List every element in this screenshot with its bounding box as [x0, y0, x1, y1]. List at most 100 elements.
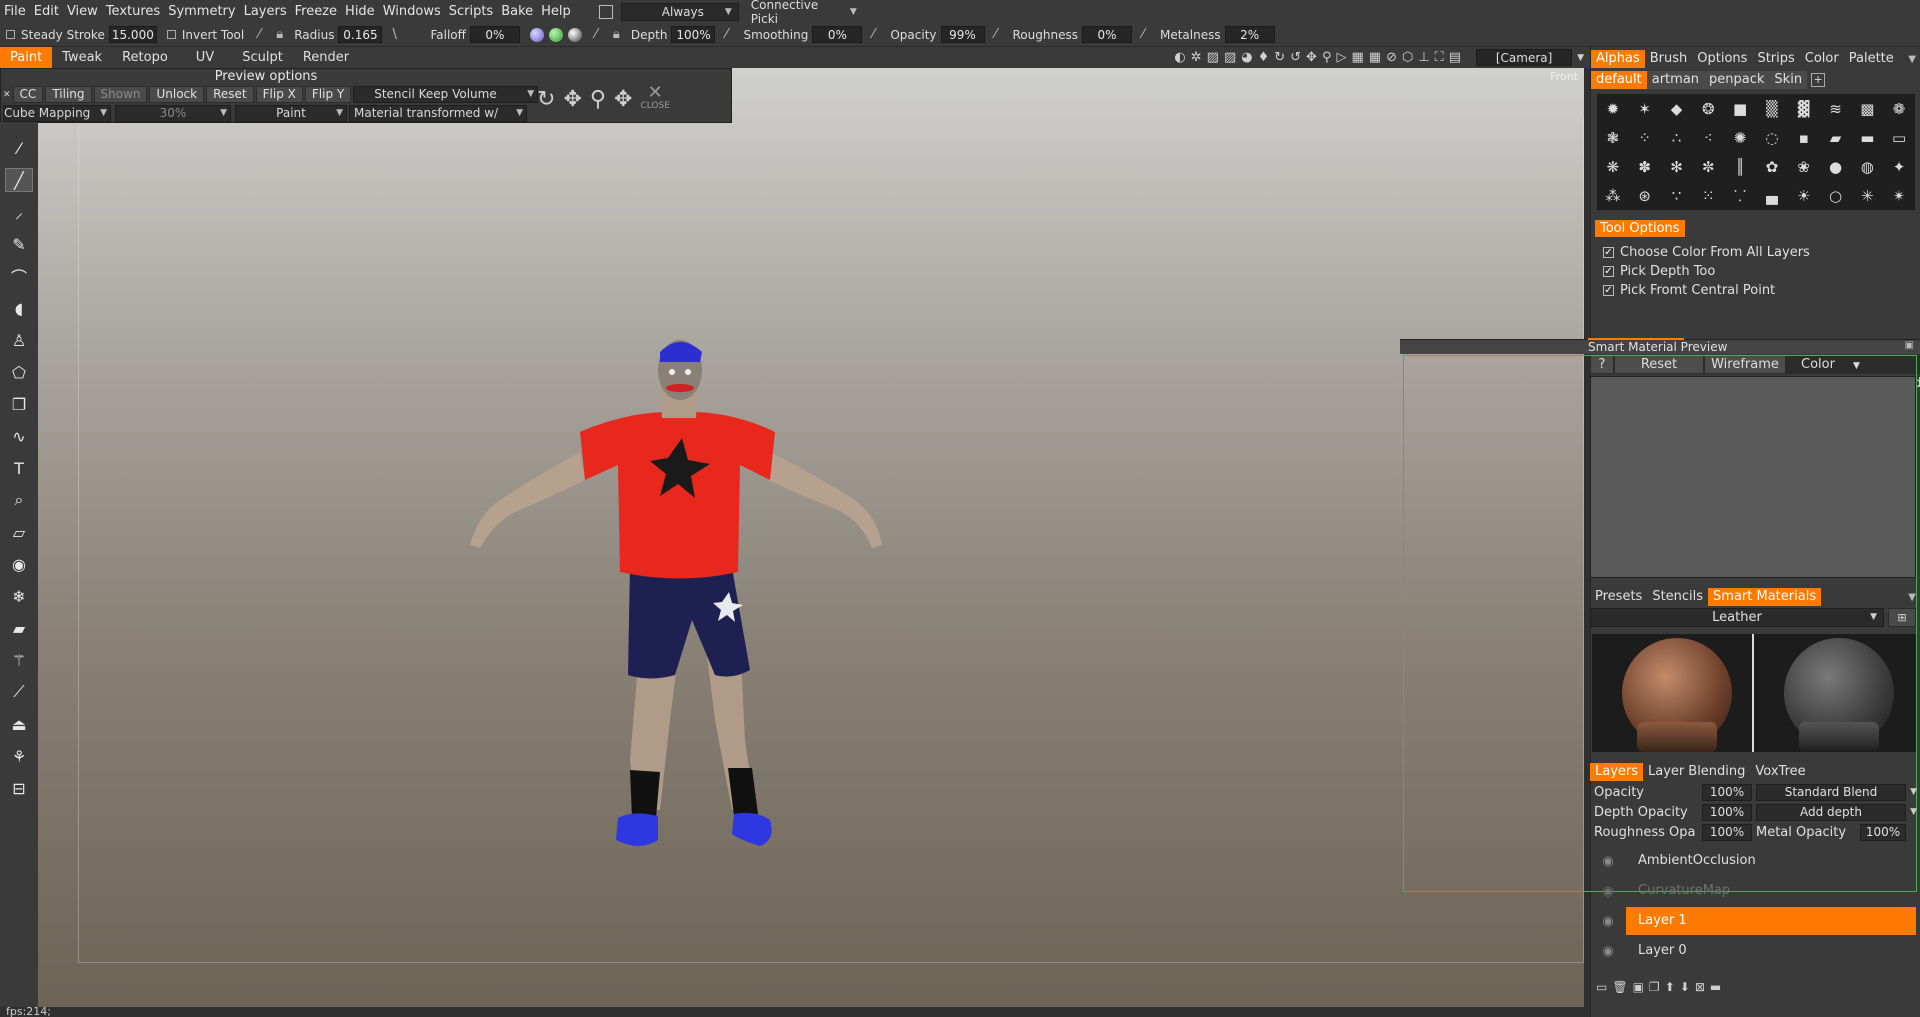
pen-pressure-icon[interactable]: \ [392, 27, 406, 42]
alpha-brush-icon[interactable]: ✿ [1756, 152, 1788, 181]
material-sphere-icon[interactable] [548, 27, 563, 42]
alpha-brush-icon[interactable]: ❁ [1883, 94, 1915, 123]
tab-brush[interactable]: Brush [1645, 50, 1693, 68]
menu-help[interactable]: Help [541, 4, 579, 19]
menu-freeze[interactable]: Freeze [295, 4, 345, 19]
alpha-brush-icon[interactable]: ≋ [1820, 94, 1852, 123]
eye-icon[interactable]: ◉ [5, 552, 33, 576]
metal-opacity-input[interactable]: 100% [1860, 823, 1906, 841]
stencil-mode-dropdown[interactable]: Stencil Keep Volume ▼ [353, 86, 539, 103]
pen-pressure-icon[interactable]: ⁄ [995, 27, 1009, 42]
menu-hide[interactable]: Hide [345, 4, 383, 19]
alpha-brush-icon[interactable]: ❀ [1788, 152, 1820, 181]
tab-voxtree[interactable]: VoxTree [1750, 763, 1810, 781]
wand-icon[interactable]: ⚚ [5, 648, 33, 672]
panel-menu-icon[interactable]: ▼ [1908, 592, 1920, 603]
alpha-brush-icon[interactable]: ▭ [1883, 123, 1915, 152]
alpha-brush-icon[interactable]: ▓ [1788, 94, 1820, 123]
pick-mode-dropdown[interactable]: Connective Picki ▼ [744, 0, 863, 26]
tab-tweak[interactable]: Tweak [52, 47, 112, 68]
brush-icon[interactable]: ⁄ [5, 136, 33, 160]
add-icon[interactable]: + [1811, 73, 1826, 87]
alpha-brush-icon[interactable]: ▒ [1756, 94, 1788, 123]
opacity-input[interactable]: 99% [940, 26, 985, 43]
bucket-icon[interactable]: ▰ [5, 616, 33, 640]
drop-icon[interactable]: ♦ [1258, 50, 1270, 65]
menu-bake[interactable]: Bake [501, 4, 541, 19]
shown-button[interactable]: Shown [93, 86, 148, 103]
axes-icon[interactable]: ⊥ [1418, 50, 1429, 65]
grid-icon[interactable]: ▦ [1351, 50, 1363, 65]
menu-symmetry[interactable]: Symmetry [168, 4, 243, 19]
eye-icon[interactable]: ◉ [1590, 854, 1626, 869]
new-layer-icon[interactable]: ▣ [1633, 980, 1644, 994]
blend-mode-dropdown[interactable]: Standard Blend ▼ [1756, 783, 1917, 801]
paint-mode-dropdown[interactable]: Paint ▼ [235, 105, 347, 122]
invert-tool-checkbox[interactable] [166, 30, 176, 39]
radius-input[interactable]: 0.165 [338, 26, 383, 43]
depth-mode-dropdown[interactable]: Add depth ▼ [1756, 803, 1917, 821]
menu-file[interactable]: File [4, 4, 34, 19]
close-x-icon[interactable]: ✕ [3, 90, 11, 100]
spray-icon[interactable]: ◖ [5, 296, 33, 320]
tab-uv[interactable]: UV [178, 47, 232, 68]
shader-dropdown[interactable]: ▼ initialShadi [1850, 355, 1920, 391]
duplicate-icon[interactable]: ❐ [1649, 980, 1660, 994]
image-icon[interactable]: ▨ [1224, 50, 1236, 65]
alpha-brush-icon[interactable]: ✴ [1883, 181, 1915, 210]
option-choose-color[interactable]: ✓ Choose Color From All Layers [1591, 243, 1920, 262]
tab-color[interactable]: Color [1800, 50, 1844, 68]
move-up-icon[interactable]: ⬆ [1665, 980, 1675, 994]
tab-retopo[interactable]: Retopo [112, 47, 178, 68]
alpha-brush-icon[interactable]: ◍ [1851, 152, 1883, 181]
metalness-input[interactable]: 2% [1224, 26, 1275, 43]
freeze-icon[interactable]: ❄ [5, 584, 33, 608]
depth-input[interactable]: 100% [671, 26, 716, 43]
flip-x-button[interactable]: Flip X [255, 86, 303, 103]
wireframe-button[interactable]: Wireframe [1704, 355, 1786, 374]
menu-layers[interactable]: Layers [244, 4, 295, 19]
gloss-sphere-icon[interactable] [567, 27, 582, 42]
alpha-brush-icon[interactable]: ✻ [1661, 152, 1693, 181]
image-icon[interactable]: ▨ [1207, 50, 1219, 65]
tab-strips[interactable]: Strips [1752, 50, 1799, 68]
alpha-brush-icon[interactable]: ✽ [1629, 152, 1661, 181]
alpha-brush-icon[interactable]: ✶ [1629, 94, 1661, 123]
pen-pressure-icon[interactable]: ⁄ [1142, 27, 1156, 42]
alpha-brush-icon[interactable]: ∴ [1661, 123, 1693, 152]
alpha-brush-icon[interactable]: ✳ [1851, 181, 1883, 210]
tab-skin[interactable]: Skin [1769, 71, 1808, 89]
color-button[interactable]: Color [1786, 355, 1850, 374]
tab-presets[interactable]: Presets [1590, 588, 1647, 606]
eye-icon[interactable]: ◉ [1590, 914, 1626, 929]
disable-icon[interactable]: ⊘ [1386, 50, 1397, 65]
percent-slider[interactable]: 30% ▼ [115, 105, 231, 122]
cube-icon[interactable]: ⬡ [1402, 50, 1413, 65]
copy-icon[interactable]: ❐ [5, 392, 33, 416]
layer-row[interactable]: ◉ CurvatureMap [1590, 876, 1920, 906]
merge-icon[interactable]: ⊠ [1695, 980, 1705, 994]
character-model[interactable] [470, 340, 890, 880]
mapping-dropdown[interactable]: Cube Mapping ▼ [3, 105, 111, 122]
move-icon[interactable]: ✥ [563, 87, 581, 112]
smoothing-input[interactable]: 0% [812, 26, 863, 43]
tiling-button[interactable]: Tiling [45, 86, 92, 103]
move-down-icon[interactable]: ⬇ [1680, 980, 1690, 994]
tab-alphas[interactable]: Alphas [1591, 50, 1645, 68]
grid-icon[interactable]: ▦ [1369, 50, 1381, 65]
menu-view[interactable]: View [67, 4, 106, 19]
iron-icon[interactable]: ⏏ [5, 712, 33, 736]
tab-default[interactable]: default [1591, 71, 1647, 89]
pin-icon[interactable]: ▣ [1905, 340, 1914, 351]
alpha-brush-icon[interactable]: ☀ [1788, 181, 1820, 210]
alpha-brush-icon[interactable]: ■ [1724, 94, 1756, 123]
contrast-icon[interactable]: ◐ [1174, 50, 1185, 65]
text-icon[interactable]: T [5, 456, 33, 480]
alpha-brush-icon[interactable]: ⸪ [1724, 181, 1756, 210]
alpha-brush-icon[interactable]: ∵ [1661, 181, 1693, 210]
flip-y-button[interactable]: Flip Y [304, 86, 352, 103]
menu-windows[interactable]: Windows [383, 4, 449, 19]
roughness-opacity-input[interactable]: 100% [1702, 823, 1752, 841]
symmetry-icon[interactable]: ⚘ [5, 744, 33, 768]
menu-edit[interactable]: Edit [34, 4, 67, 19]
